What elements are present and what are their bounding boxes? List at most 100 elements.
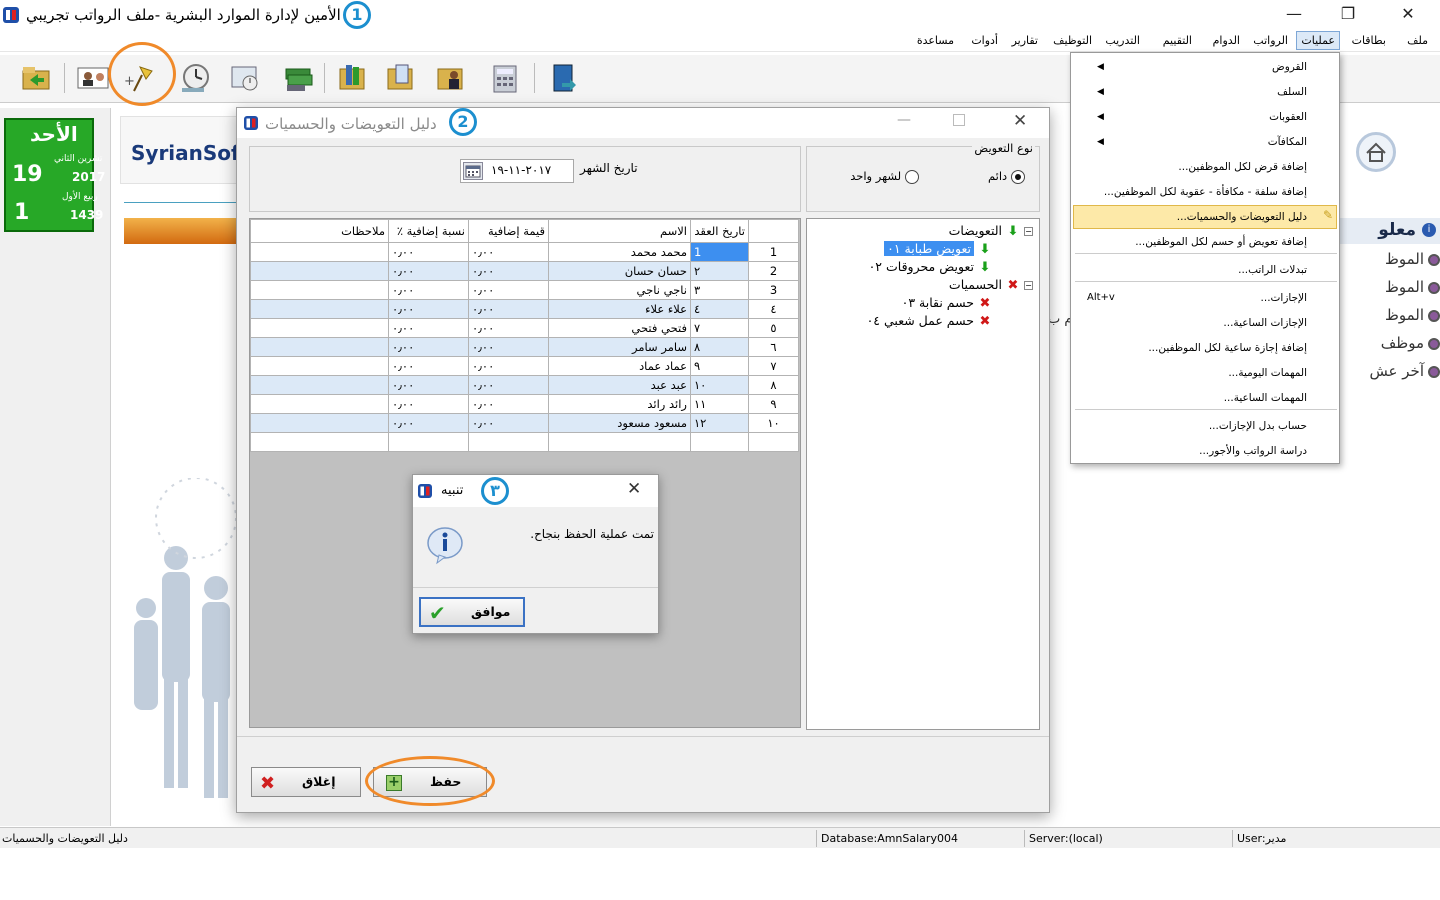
tree-item-node[interactable]: ⬇ تعويض طبابة ٠١ (884, 241, 993, 257)
employee-card-icon[interactable] (76, 61, 110, 95)
empty-cell[interactable] (468, 432, 549, 452)
table-row[interactable]: 3 ٣ ناجي ناجي ٠٫٠٠ ٠٫٠٠ (250, 280, 799, 300)
menu-item-1[interactable]: بطاقات (1348, 33, 1390, 48)
notes-cell[interactable] (250, 242, 389, 262)
background-list-item[interactable]: الموظ (1385, 250, 1440, 268)
menu-item-5[interactable]: التقييم (1159, 33, 1196, 48)
table-row[interactable]: ٩ ١١ رائد رائد ٠٫٠٠ ٠٫٠٠ (250, 394, 799, 414)
radio-permanent-dot[interactable] (1011, 169, 1025, 184)
contract-cell[interactable]: ٧ (690, 318, 749, 338)
table-row[interactable]: 2 ٢ حسان حسان ٠٫٠٠ ٠٫٠٠ (250, 261, 799, 281)
empty-cell[interactable] (388, 432, 469, 452)
extra-percent-cell[interactable]: ٠٫٠٠ (388, 413, 469, 433)
name-cell[interactable]: فتحي فتحي (548, 318, 691, 338)
extra-percent-cell[interactable]: ٠٫٠٠ (388, 337, 469, 357)
compensations-tree[interactable]: −⬇التعويضات ⬇تعويض طبابة ٠١ ⬇تعويض محروقات… (806, 218, 1040, 730)
name-cell[interactable]: مسعود مسعود (548, 413, 691, 433)
dialog-close-button[interactable]: ✕ (1013, 111, 1027, 131)
notes-cell[interactable] (250, 356, 389, 376)
exit-door-icon[interactable] (546, 61, 580, 95)
dropdown-item-9[interactable]: الإجازات... (1261, 292, 1307, 304)
calculator-icon[interactable] (488, 61, 522, 95)
ok-button[interactable]: ✔ موافق (419, 597, 525, 627)
menu-item-7[interactable]: التوظيف (1049, 33, 1096, 48)
contract-cell[interactable]: ١٢ (690, 413, 749, 433)
notes-cell[interactable] (250, 280, 389, 300)
month-date-input[interactable]: ٢٠١٧-١١-١٩ (460, 159, 574, 183)
calendar-picker-icon[interactable] (463, 162, 483, 180)
money-icon[interactable] (282, 61, 316, 95)
menu-item-10[interactable]: مساعدة (913, 33, 958, 48)
dropdown-item-4[interactable]: إضافة قرض لكل الموظفين... (1178, 161, 1307, 173)
extra-percent-cell[interactable]: ٠٫٠٠ (388, 375, 469, 395)
table-row[interactable]: ٦ ٨ سامر سامر ٠٫٠٠ ٠٫٠٠ (250, 337, 799, 357)
dropdown-item-3[interactable]: المكافآت (1268, 136, 1307, 148)
menu-item-2[interactable]: عمليات (1296, 31, 1340, 50)
employees-grid[interactable]: تاريخ العقد الاسم قيمة إضافية نسبة إضافية ٪… (249, 218, 801, 728)
grid-column-header[interactable]: نسبة إضافية ٪ (388, 219, 469, 243)
dropdown-item-13[interactable]: المهمات الساعية... (1224, 392, 1307, 404)
extra-percent-cell[interactable]: ٠٫٠٠ (388, 280, 469, 300)
schedule-icon[interactable] (228, 61, 262, 95)
dropdown-item-0[interactable]: القروض (1272, 61, 1307, 73)
radio-one-month-dot[interactable] (905, 169, 919, 184)
extra-value-cell[interactable]: ٠٫٠٠ (468, 242, 549, 262)
files-folder-icon[interactable] (384, 61, 418, 95)
dropdown-item-8[interactable]: تبدلات الراتب... (1238, 264, 1307, 276)
dropdown-item-10[interactable]: الإجازات الساعية... (1223, 317, 1307, 329)
contract-cell[interactable]: ٣ (690, 280, 749, 300)
minimize-button[interactable]: — (1284, 4, 1304, 24)
grid-column-header[interactable]: قيمة إضافية (468, 219, 549, 243)
name-cell[interactable]: حسان حسان (548, 261, 691, 281)
close-button[interactable]: ✕ (1398, 4, 1418, 24)
radio-permanent[interactable]: دائم (988, 169, 1025, 184)
books-folder-icon[interactable] (336, 61, 370, 95)
dropdown-item-15[interactable]: دراسة الرواتب والأجور... (1199, 445, 1307, 457)
notes-cell[interactable] (250, 413, 389, 433)
employees-folder-icon[interactable] (434, 61, 468, 95)
empty-cell[interactable] (250, 432, 389, 452)
grid-column-header[interactable]: الاسم (548, 219, 691, 243)
extra-percent-cell[interactable]: ٠٫٠٠ (388, 318, 469, 338)
menu-item-0[interactable]: ملف (1403, 33, 1432, 48)
menu-item-4[interactable]: الدوام (1209, 33, 1244, 48)
dropdown-item-6[interactable]: دليل التعويضات والحسميات... (1177, 211, 1307, 223)
tree-item-node[interactable]: ⬇ تعويض محروقات ٠٢ (869, 259, 993, 275)
grid-column-header[interactable]: تاريخ العقد (690, 219, 749, 243)
notes-cell[interactable] (250, 394, 389, 414)
background-list-item[interactable]: الموظ (1385, 306, 1440, 324)
menu-item-6[interactable]: التدريب (1101, 33, 1144, 48)
extra-value-cell[interactable]: ٠٫٠٠ (468, 299, 549, 319)
tree-group-node[interactable]: −⬇ التعويضات (949, 223, 1033, 239)
table-row[interactable]: ٧ ٩ عماد عماد ٠٫٠٠ ٠٫٠٠ (250, 356, 799, 376)
extra-value-cell[interactable]: ٠٫٠٠ (468, 356, 549, 376)
extra-percent-cell[interactable]: ٠٫٠٠ (388, 394, 469, 414)
contract-cell[interactable]: ٩ (690, 356, 749, 376)
tree-collapse-icon[interactable]: − (1024, 281, 1033, 290)
dialog-minimize-button[interactable]: — (897, 112, 911, 128)
background-list-item[interactable]: الموظ (1385, 278, 1440, 296)
name-cell[interactable]: علاء علاء (548, 299, 691, 319)
table-row[interactable]: 1 1 محمد محمد ٠٫٠٠ ٠٫٠٠ (250, 242, 799, 262)
maximize-button[interactable]: ❐ (1338, 4, 1358, 24)
empty-cell[interactable] (690, 432, 749, 452)
contract-cell[interactable]: 1 (690, 242, 749, 262)
extra-value-cell[interactable]: ٠٫٠٠ (468, 413, 549, 433)
home-icon[interactable] (1356, 132, 1396, 172)
dropdown-item-14[interactable]: حساب بدل الإجازات... (1209, 420, 1307, 432)
tree-collapse-icon[interactable]: − (1024, 227, 1033, 236)
contract-cell[interactable]: ٤ (690, 299, 749, 319)
dropdown-item-7[interactable]: إضافة تعويض أو حسم لكل الموظفين... (1135, 236, 1307, 248)
open-folder-icon[interactable] (20, 61, 54, 95)
table-row-empty[interactable] (250, 432, 799, 452)
extra-percent-cell[interactable]: ٠٫٠٠ (388, 356, 469, 376)
dropdown-item-1[interactable]: السلف (1277, 86, 1307, 98)
close-dialog-button[interactable]: ✖ إغلاق (251, 767, 361, 797)
msgbox-close-button[interactable]: ✕ (627, 479, 641, 499)
extra-value-cell[interactable]: ٠٫٠٠ (468, 318, 549, 338)
name-cell[interactable]: محمد محمد (548, 242, 691, 262)
extra-value-cell[interactable]: ٠٫٠٠ (468, 375, 549, 395)
tree-group-node[interactable]: −✖ الحسميات (949, 277, 1033, 293)
dropdown-item-5[interactable]: إضافة سلفة - مكافأة - عقوبة لكل الموظفين… (1104, 186, 1307, 198)
name-cell[interactable]: عبد عبد (548, 375, 691, 395)
